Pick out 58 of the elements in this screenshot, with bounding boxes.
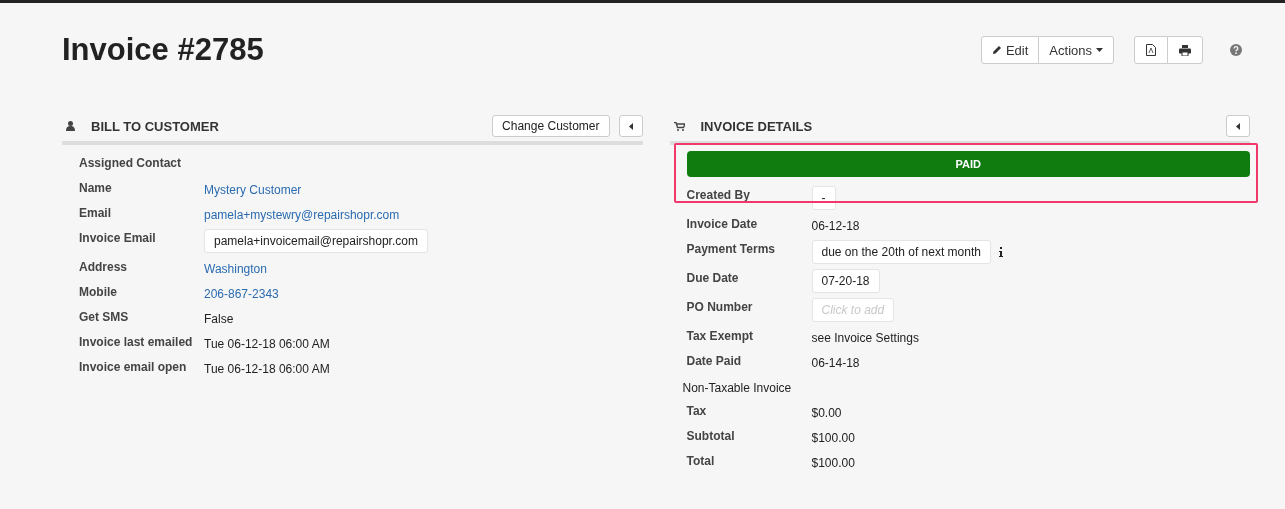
note-text: Non-Taxable Invoice: [682, 380, 792, 395]
field-label: Payment Terms: [686, 241, 776, 256]
caret-icon: [1236, 122, 1240, 130]
field-label: Due Date: [686, 270, 740, 285]
field-label: PO Number: [686, 299, 754, 314]
caret-icon: [1096, 48, 1103, 52]
field-label: Invoice last emailed: [79, 334, 194, 349]
field-value: $100.00: [811, 430, 855, 445]
print-button[interactable]: [1167, 36, 1203, 64]
field-label: Name: [79, 180, 113, 195]
field-value: $100.00: [811, 455, 855, 470]
caret-icon: [628, 122, 633, 130]
value-link[interactable]: 206-867-2343: [204, 283, 279, 301]
input-field[interactable]: pamela+invoicemail@repairshopr.com: [204, 229, 428, 253]
field-label: Invoice Date: [686, 216, 759, 231]
edit-button[interactable]: Edit: [980, 36, 1040, 64]
input-field[interactable]: -: [811, 186, 836, 210]
section-title: INVOICE DETAILS: [700, 118, 814, 134]
value-link[interactable]: pamela+mystewry@repairshopr.com: [204, 204, 400, 222]
actions-dropdown[interactable]: Actions: [1038, 36, 1114, 64]
change-customer-button[interactable]: Change Customer: [492, 115, 610, 137]
value-link[interactable]: Washington: [204, 258, 267, 276]
input-field[interactable]: due on the 20th of next month: [811, 240, 991, 264]
status-bar: PAID: [686, 151, 1250, 177]
person-icon: [66, 121, 75, 131]
field-value: 06-12-18: [811, 218, 860, 233]
field-value: see Invoice Settings: [811, 330, 919, 345]
info-icon[interactable]: [998, 247, 1003, 257]
field-label: Get SMS: [79, 309, 130, 324]
cart-icon: [673, 121, 685, 131]
field-value: 06-14-18: [811, 355, 860, 370]
field-value: False: [204, 311, 234, 326]
pdf-file-icon: [1146, 44, 1156, 56]
field-label: Total: [686, 453, 716, 468]
field-label: Tax Exempt: [686, 328, 754, 343]
field-label: Invoice email open: [79, 359, 188, 374]
pencil-icon: [991, 45, 1002, 55]
field-label: Mobile: [79, 284, 118, 299]
field-value: $0.00: [811, 405, 842, 420]
print-icon: [1179, 44, 1191, 56]
field-label: Tax: [686, 403, 708, 418]
field-label: Date Paid: [686, 353, 743, 368]
input-field[interactable]: 07-20-18: [811, 269, 880, 293]
section-title: BILL TO CUSTOMER: [91, 118, 220, 134]
collapse-button[interactable]: [1226, 115, 1250, 137]
field-label: Assigned Contact: [79, 155, 182, 170]
field-label: Email: [79, 205, 112, 220]
field-label: Invoice Email: [79, 230, 157, 245]
help-icon[interactable]: [1230, 44, 1242, 56]
field-value: Tue 06-12-18 06:00 AM: [204, 361, 330, 376]
field-label: Address: [79, 259, 129, 274]
field-label: Subtotal: [686, 428, 736, 443]
field-label: Created By: [686, 187, 751, 202]
pdf-button[interactable]: [1134, 36, 1168, 64]
collapse-button[interactable]: [618, 115, 643, 137]
page-title: Invoice #2785: [62, 32, 265, 68]
field-value: Tue 06-12-18 06:00 AM: [204, 336, 330, 351]
value-link[interactable]: Mystery Customer: [204, 179, 302, 197]
